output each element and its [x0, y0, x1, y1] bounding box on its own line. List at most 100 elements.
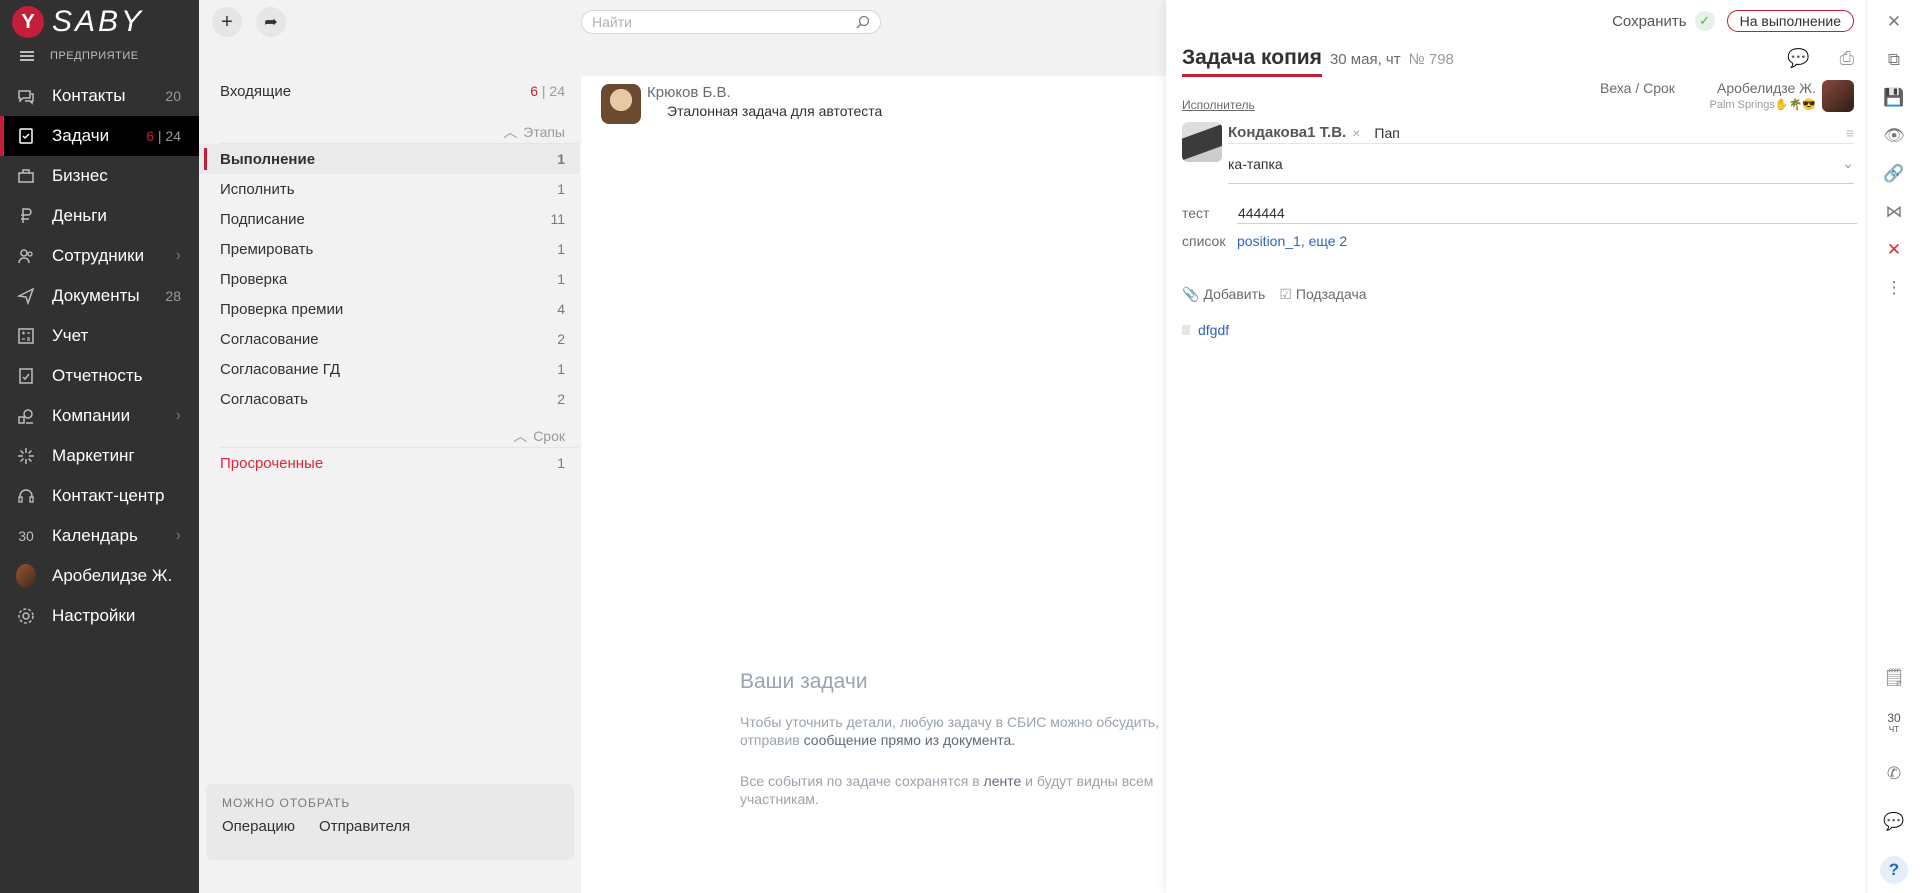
- app-logo[interactable]: Y SABY: [12, 5, 144, 38]
- more-icon[interactable]: ⋮: [1880, 274, 1908, 302]
- chevron-right-icon[interactable]: ›: [176, 407, 181, 425]
- sidebar-item-calendar[interactable]: 30 Календарь ›: [0, 516, 199, 556]
- sidebar-item-label: Деньги: [52, 206, 107, 225]
- executor-name[interactable]: Кондакова1 Т.В.: [1228, 124, 1346, 141]
- add-attachment-button[interactable]: 📎 Добавить: [1182, 286, 1265, 303]
- description-field[interactable]: ка-тапка ⌄: [1228, 144, 1854, 184]
- search-icon[interactable]: [856, 15, 870, 29]
- org-switcher[interactable]: ПРЕДПРИЯТИЕ: [20, 50, 139, 62]
- subtask-label: Подзадача: [1295, 286, 1367, 302]
- sidebar-item-label: Компании: [52, 406, 131, 425]
- subtask-button[interactable]: ☑ Подзадача: [1279, 286, 1366, 303]
- share-button[interactable]: ➦: [256, 7, 286, 37]
- share-icon[interactable]: ⋈: [1880, 198, 1908, 226]
- redirect-arrow-icon: ➦: [264, 14, 278, 31]
- author-location: Palm Springs✋🌴😎: [1709, 99, 1816, 111]
- select-sender-link[interactable]: Отправителя: [319, 818, 410, 835]
- filter-label: Согласование: [220, 330, 319, 348]
- search-input[interactable]: [592, 14, 856, 30]
- status-button[interactable]: На выполнение: [1726, 10, 1854, 32]
- executor-label[interactable]: Исполнитель: [1182, 98, 1255, 112]
- chevron-right-icon[interactable]: ›: [176, 527, 181, 545]
- executor-role: Пап: [1374, 124, 1400, 141]
- menu-icon[interactable]: [20, 51, 34, 61]
- filter-stage[interactable]: Премировать 1: [199, 234, 579, 264]
- author-block[interactable]: Аробелидзе Ж. Palm Springs✋🌴😎: [1709, 80, 1854, 112]
- drag-handle-icon[interactable]: ≡: [1846, 125, 1854, 141]
- sidebar-item-contact-center[interactable]: Контакт-центр: [0, 476, 199, 516]
- save-icon[interactable]: 💾: [1880, 84, 1908, 112]
- create-button[interactable]: +: [212, 7, 242, 37]
- add-label: Добавить: [1203, 286, 1266, 302]
- sidebar-item-money[interactable]: Деньги: [0, 196, 199, 236]
- eye-icon[interactable]: 👁: [1880, 122, 1908, 150]
- copy-icon[interactable]: ⧉: [1880, 46, 1908, 74]
- chat-icon[interactable]: 💬: [1880, 808, 1908, 836]
- feed-link[interactable]: ленте: [984, 773, 1022, 789]
- print-icon[interactable]: ⎙: [1840, 48, 1854, 69]
- filter-label: Проверка: [220, 270, 288, 288]
- link-icon[interactable]: 🔗: [1880, 160, 1908, 188]
- list-item[interactable]: Крюков Б.В. Эталонная задача для автотес…: [581, 76, 1171, 132]
- chevron-down-icon[interactable]: ⌄: [1842, 155, 1854, 172]
- field-value-input[interactable]: 444444: [1237, 202, 1857, 224]
- field-value-link[interactable]: position_1, еще 2: [1237, 233, 1347, 249]
- filter-inbox[interactable]: Входящие 6 | 24: [199, 76, 579, 106]
- task-date[interactable]: 30 мая, чт: [1330, 51, 1401, 68]
- chevron-right-icon[interactable]: ›: [176, 247, 181, 265]
- sidebar-item-business[interactable]: Бизнес: [0, 156, 199, 196]
- deadline-header[interactable]: ︿ Срок: [220, 424, 579, 448]
- sidebar-item-count: 6 | 24: [146, 128, 181, 144]
- filter-label: Подписание: [220, 210, 305, 228]
- sidebar-nav: Контакты 20 Задачи 6 | 24 Бизнес Деньги …: [0, 76, 199, 636]
- attachment-item[interactable]: dfgdf: [1182, 322, 1229, 338]
- calendar-icon[interactable]: 30 ЧТ: [1880, 710, 1908, 738]
- gear-icon: [16, 606, 36, 626]
- filter-stage[interactable]: Согласовать 2: [199, 384, 579, 414]
- filter-count: 11: [550, 211, 565, 227]
- sidebar-item-reports[interactable]: Отчетность: [0, 356, 199, 396]
- milestone-deadline-link[interactable]: Веха / Срок: [1600, 80, 1675, 96]
- empty-text: и будут видны всем: [1021, 773, 1154, 789]
- filter-stage[interactable]: Проверка премии 4: [199, 294, 579, 324]
- search-box[interactable]: [581, 10, 881, 34]
- deadline-header-label: Срок: [533, 427, 565, 444]
- author-name: Аробелидзе Ж.: [1716, 80, 1816, 96]
- filter-overdue[interactable]: Просроченные 1: [199, 448, 579, 478]
- note-icon[interactable]: 🗒: [1880, 664, 1908, 692]
- sidebar-item-documents[interactable]: Документы 28: [0, 276, 199, 316]
- logo-badge: Y: [12, 6, 44, 38]
- filter-stage[interactable]: Исполнить 1: [199, 174, 579, 204]
- filter-stage[interactable]: Проверка 1: [199, 264, 579, 294]
- stages-header[interactable]: ︿ Этапы: [220, 120, 579, 144]
- sidebar-item-settings[interactable]: Настройки: [0, 596, 199, 636]
- filter-label: Согласовать: [220, 390, 308, 408]
- filter-label: Входящие: [220, 82, 292, 100]
- phone-icon[interactable]: ✆: [1880, 760, 1908, 788]
- filter-label: Исполнить: [220, 180, 295, 198]
- help-icon[interactable]: ?: [1880, 856, 1908, 884]
- close-panel-icon[interactable]: ✕: [1880, 8, 1908, 36]
- sidebar-item-contacts[interactable]: Контакты 20: [0, 76, 199, 116]
- filter-stage[interactable]: Выполнение 1: [199, 144, 579, 174]
- employees-icon: [16, 246, 36, 266]
- sidebar-item-employees[interactable]: Сотрудники ›: [0, 236, 199, 276]
- delete-icon[interactable]: ✕: [1880, 236, 1908, 264]
- sidebar-item-companies[interactable]: Компании ›: [0, 396, 199, 436]
- sidebar-item-marketing[interactable]: Маркетинг: [0, 436, 199, 476]
- save-button[interactable]: Сохранить ✓: [1612, 11, 1715, 31]
- filter-stage[interactable]: Согласование 2: [199, 324, 579, 354]
- check-icon: ✓: [1694, 11, 1715, 31]
- field-label: тест: [1182, 205, 1210, 221]
- sidebar-item-profile[interactable]: Аробелидзе Ж.: [0, 556, 199, 596]
- sidebar-item-tasks[interactable]: Задачи 6 | 24: [0, 116, 199, 156]
- business-icon: [16, 166, 36, 186]
- discussion-icon[interactable]: 💬: [1787, 48, 1809, 69]
- filter-stage[interactable]: Подписание 11: [199, 204, 579, 234]
- unread-count: 6: [530, 83, 538, 99]
- select-operation-link[interactable]: Операцию: [222, 818, 295, 835]
- close-icon[interactable]: ×: [1352, 125, 1360, 141]
- sidebar-item-accounting[interactable]: Учет: [0, 316, 199, 356]
- message-link[interactable]: сообщение прямо из документа.: [804, 732, 1016, 748]
- filter-stage[interactable]: Согласование ГД 1: [199, 354, 579, 384]
